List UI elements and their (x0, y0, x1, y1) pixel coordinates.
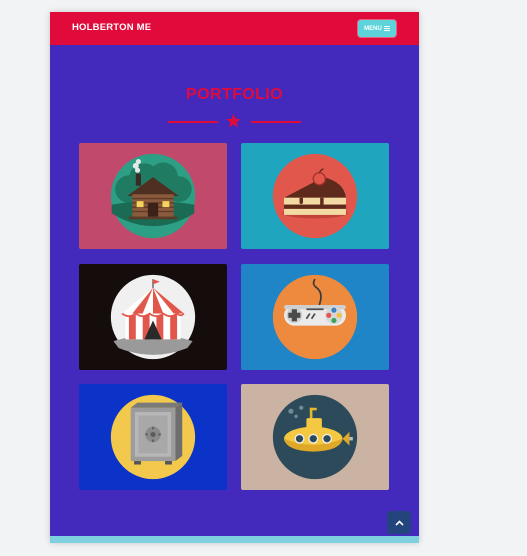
safe-icon (110, 394, 196, 480)
divider-line-left (168, 121, 218, 123)
portfolio-item-controller[interactable] (241, 264, 389, 370)
chevron-up-icon (394, 519, 404, 526)
title-divider (168, 113, 301, 129)
menu-button[interactable]: MENU (358, 20, 396, 37)
game-controller-icon (272, 274, 358, 360)
page-wrapper: HOLBERTON ME MENU PORTFOLIO (50, 12, 419, 543)
footer-bar (50, 536, 419, 543)
portfolio-item-submarine[interactable] (241, 384, 389, 490)
cake-slice-icon (272, 153, 358, 239)
hamburger-icon (383, 25, 390, 32)
section-title: PORTFOLIO (186, 86, 283, 103)
divider-line-right (251, 121, 301, 123)
portfolio-item-safe[interactable] (79, 384, 227, 490)
brand-logo[interactable]: HOLBERTON ME (72, 22, 151, 33)
portfolio-item-cake[interactable] (241, 143, 389, 249)
log-cabin-icon (110, 153, 196, 239)
submarine-icon (272, 394, 358, 480)
circus-tent-icon (110, 274, 196, 360)
menu-label: MENU (364, 25, 382, 32)
portfolio-item-circus[interactable] (79, 264, 227, 370)
star-icon (226, 113, 241, 128)
scroll-to-top-button[interactable] (387, 511, 411, 534)
navbar: HOLBERTON ME MENU (50, 12, 419, 45)
portfolio-item-cabin[interactable] (79, 143, 227, 249)
